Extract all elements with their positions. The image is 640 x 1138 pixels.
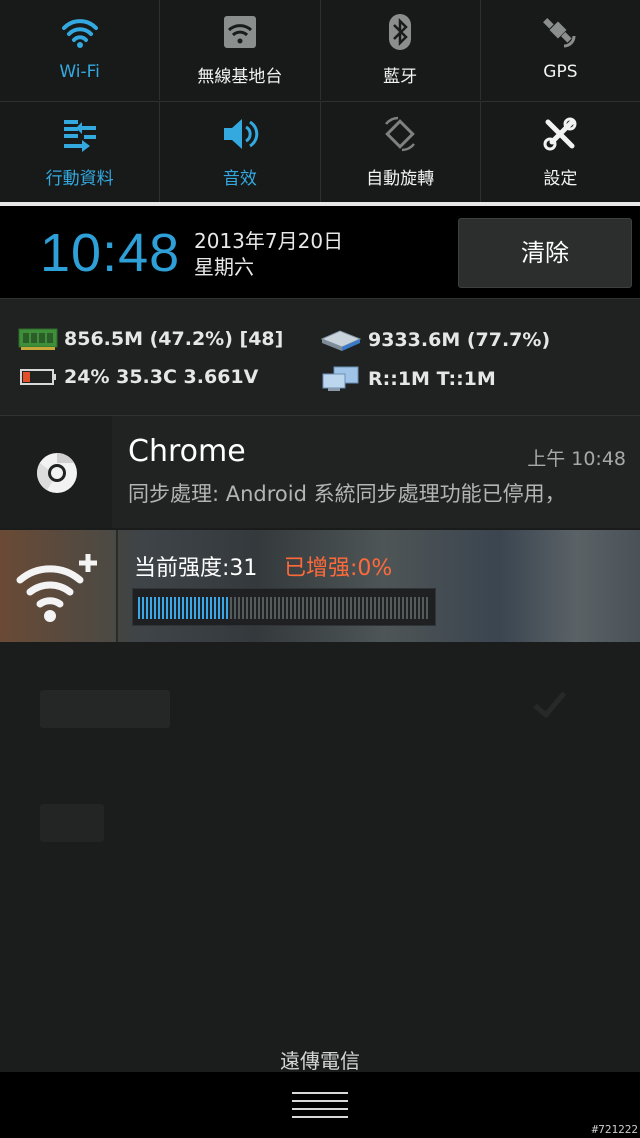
handle-line <box>292 1116 348 1118</box>
watermark: #721222 <box>591 1123 638 1136</box>
notification-text: 同步處理: Android 系統同步處理功能已停用， <box>128 482 566 506</box>
quick-settings-row-2: 行動資料 音效 自動旋轉 設定 <box>0 101 640 202</box>
bluetooth-icon <box>389 14 412 50</box>
weekday-text: 星期六 <box>194 255 254 279</box>
handle-line <box>292 1100 348 1102</box>
toggle-label: 行動資料 <box>45 169 114 189</box>
toggle-sound[interactable]: 音效 <box>160 102 321 202</box>
dimmed-background <box>0 642 640 1072</box>
storage-drive-icon <box>320 330 362 351</box>
battery-icon <box>20 369 56 385</box>
storage-stat: 9333.6M (77.7%) <box>320 327 550 353</box>
notification-title: Chrome <box>128 434 246 469</box>
memory-stat: 856.5M (47.2%) [48] <box>18 327 283 351</box>
sound-icon <box>223 119 259 149</box>
battery-value: 24% 35.3C 3.661V <box>64 366 259 388</box>
toggle-auto-rotate[interactable]: 自動旋轉 <box>321 102 481 202</box>
toggle-wifi[interactable]: Wi-Fi <box>0 0 161 100</box>
wifi-icon <box>61 19 98 48</box>
date-text: 2013年7月20日 <box>194 229 344 253</box>
signal-strength-meter <box>132 588 436 626</box>
panel-handle-bar[interactable]: #721222 <box>0 1072 640 1138</box>
toggle-label: 藍牙 <box>383 67 418 87</box>
auto-rotate-icon <box>385 116 416 152</box>
settings-icon <box>543 117 577 151</box>
network-value: R::1M T::1M <box>368 368 496 390</box>
toggle-label: 自動旋轉 <box>366 169 435 189</box>
memory-chip-icon <box>18 328 58 350</box>
wifi-booster-notification[interactable]: 当前强度:31 已增强:0% <box>0 530 640 642</box>
quick-settings-panel: Wi-Fi 無線基地台 藍牙 GPS 行動資料 音效 自動旋轉 設定 <box>0 0 640 202</box>
network-computers-icon <box>322 366 359 391</box>
wifi-plus-icon <box>16 554 97 622</box>
background-ghost-check <box>533 683 567 719</box>
notification-time: 上午 10:48 <box>527 448 626 470</box>
signal-strength-label: 当前强度:31 <box>134 556 258 581</box>
chrome-icon-box <box>0 416 112 528</box>
system-stats-panel[interactable]: 856.5M (47.2%) [48] 9333.6M (77.7%) 24% … <box>0 298 640 416</box>
toggle-label: 設定 <box>543 169 578 189</box>
wifi-boost-icon-box <box>0 530 118 642</box>
background-ghost-text <box>40 690 170 728</box>
toggle-label: GPS <box>543 62 578 82</box>
clock-date: 2013年7月20日 星期六 <box>194 228 343 280</box>
gps-icon <box>543 18 576 48</box>
toggle-label: 音效 <box>222 169 257 189</box>
toggle-settings[interactable]: 設定 <box>481 102 640 202</box>
battery-stat: 24% 35.3C 3.661V <box>18 365 258 389</box>
mobile-data-icon <box>63 120 96 152</box>
memory-value: 856.5M (47.2%) [48] <box>64 328 284 350</box>
boost-percent-label: 已增强:0% <box>284 556 393 581</box>
storage-value: 9333.6M (77.7%) <box>368 329 551 351</box>
hotspot-icon <box>223 16 256 48</box>
drag-handle-icon[interactable] <box>292 1092 348 1118</box>
toggle-hotspot[interactable]: 無線基地台 <box>160 0 321 100</box>
network-stat: R::1M T::1M <box>320 365 496 393</box>
background-ghost-text <box>40 804 104 842</box>
toggle-mobile-data[interactable]: 行動資料 <box>0 102 161 202</box>
toggle-gps[interactable]: GPS <box>481 0 640 100</box>
notification-header: 10:48 2013年7月20日 星期六 清除 <box>0 206 640 298</box>
handle-line <box>292 1092 348 1094</box>
clear-notifications-button[interactable]: 清除 <box>458 218 632 288</box>
chrome-icon <box>37 453 77 493</box>
carrier-label: 遠傳電信 <box>280 1049 360 1073</box>
toggle-label: 無線基地台 <box>197 67 283 87</box>
meter-fill <box>138 597 229 619</box>
clock-time: 10:48 <box>40 223 181 283</box>
handle-line <box>292 1108 348 1110</box>
quick-settings-row-1: Wi-Fi 無線基地台 藍牙 GPS <box>0 0 640 100</box>
toggle-bluetooth[interactable]: 藍牙 <box>321 0 481 100</box>
toggle-label: Wi-Fi <box>59 62 100 82</box>
chrome-notification[interactable]: Chrome 上午 10:48 同步處理: Android 系統同步處理功能已停… <box>0 416 640 528</box>
